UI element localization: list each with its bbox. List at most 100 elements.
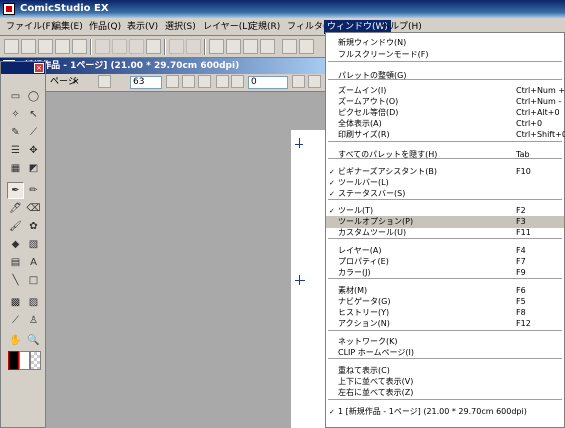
rotate-icon[interactable] xyxy=(166,75,179,88)
undo-icon[interactable] xyxy=(169,39,184,54)
delete-icon[interactable] xyxy=(146,39,161,54)
menu-item-print-size[interactable]: 印刷サイズ(R) Ctrl+Shift+0 xyxy=(326,129,565,141)
menu-item-label: 印刷サイズ(R) xyxy=(338,130,390,139)
zoom-input[interactable]: 63 xyxy=(130,76,162,89)
foreground-color-swatch[interactable] xyxy=(8,351,19,370)
tone-eraser-icon[interactable]: ▨ xyxy=(25,294,42,311)
app-title: ComicStudio EX xyxy=(20,3,109,14)
pencil-icon[interactable]: ✏ xyxy=(25,182,42,199)
background-color-swatch[interactable] xyxy=(19,351,30,370)
ruler-icon[interactable]: ▦ xyxy=(7,160,24,177)
menu-item-label: 新規ウィンドウ(N) xyxy=(338,38,407,47)
menu-item-hide-all-palettes[interactable]: すべてのパレットを隠す(H) Tab xyxy=(326,149,564,161)
object-select-icon[interactable]: ↖ xyxy=(25,106,42,123)
new-page-icon[interactable] xyxy=(21,39,36,54)
shape-icon[interactable]: □ xyxy=(25,272,42,289)
menu-item-label: 1 [新規作品 - 1ページ] (21.00 * 29.70cm 600dpi) xyxy=(338,407,527,416)
text-icon[interactable]: A xyxy=(25,254,42,271)
angle-input[interactable]: 0 xyxy=(248,76,288,89)
fit-icon[interactable] xyxy=(182,75,195,88)
gradient-icon[interactable]: ▤ xyxy=(7,254,24,271)
save-as-icon[interactable] xyxy=(72,39,87,54)
transform-icon[interactable]: ◩ xyxy=(25,160,42,177)
menu-select[interactable]: 選択(S) xyxy=(162,20,199,34)
menu-item-custom-tool[interactable]: カスタムツール(U) F11 xyxy=(326,227,564,239)
stamp-icon[interactable]: ♙ xyxy=(25,312,42,329)
menu-ruler[interactable]: 定規(R) xyxy=(246,20,283,34)
marker-icon[interactable]: 🖊 xyxy=(7,200,24,217)
manuscript-page[interactable] xyxy=(291,130,325,428)
transparent-color-swatch[interactable] xyxy=(30,351,41,370)
canvas-area[interactable] xyxy=(46,92,325,428)
menu-work[interactable]: 作品(Q) xyxy=(86,20,124,34)
menu-item-label: パレットの整頓(G) xyxy=(338,71,407,80)
airbrush-icon[interactable]: ✿ xyxy=(25,218,42,235)
close-icon[interactable]: × xyxy=(34,63,44,73)
hand-icon[interactable]: ✋ xyxy=(7,332,24,349)
menu-item-fullscreen-mode[interactable]: フルスクリーンモード(F) xyxy=(326,49,564,61)
menu-item-arrange-palettes[interactable]: パレットの整頓(G) xyxy=(326,70,564,82)
tone-icon[interactable]: ▩ xyxy=(7,294,24,311)
flip-vertical-icon[interactable] xyxy=(308,75,321,88)
rotate-right-icon[interactable] xyxy=(231,75,244,88)
property-palette-icon[interactable] xyxy=(243,39,258,54)
menu-item-document-1[interactable]: ✓ 1 [新規作品 - 1ページ] (21.00 * 29.70cm 600dpi… xyxy=(326,406,564,418)
menu-item-action[interactable]: アクション(N) F12 xyxy=(326,318,564,330)
layer-palette-icon[interactable] xyxy=(226,39,241,54)
tool-palette: ▭ ◯ ✧ ↖ ✎ ⟋ ☰ ✥ ▦ ◩ ✒ ✏ 🖊 ⌫ 🖌 ✿ ◆ ▧ ▤ A … xyxy=(0,61,46,428)
move-icon[interactable]: ✥ xyxy=(25,142,42,159)
save-icon[interactable] xyxy=(55,39,70,54)
menu-item-label: ステータスバー(S) xyxy=(338,189,406,198)
eraser-icon[interactable]: ⌫ xyxy=(25,200,42,217)
fill-icon[interactable]: ◆ xyxy=(7,236,24,253)
page-icon[interactable] xyxy=(98,75,111,88)
menu-divider xyxy=(328,330,562,331)
menu-item-statusbar[interactable]: ✓ ステータスバー(S) xyxy=(326,188,564,200)
open-icon[interactable] xyxy=(38,39,53,54)
select-eraser-icon[interactable]: ⟋ xyxy=(25,124,42,141)
magic-wand-icon[interactable]: ✧ xyxy=(7,106,24,123)
zoom-icon[interactable]: 🔍 xyxy=(25,332,42,349)
close-tab-icon[interactable]: × xyxy=(72,76,80,89)
menu-item-clip-homepage[interactable]: CLIP ホームページ(I) xyxy=(326,347,564,359)
redo-icon[interactable] xyxy=(186,39,201,54)
document-titlebar: [新規作品 - 1ページ] (21.00 * 29.70cm 600dpi) xyxy=(0,58,325,74)
paste-icon[interactable] xyxy=(129,39,144,54)
select-pen-icon[interactable]: ✎ xyxy=(7,124,24,141)
rotate-left-icon[interactable] xyxy=(216,75,229,88)
copy-icon[interactable] xyxy=(112,39,127,54)
menu-item-new-window[interactable]: 新規ウィンドウ(N) xyxy=(326,37,564,49)
center-mark xyxy=(295,280,305,281)
menu-item-label: カラー(J) xyxy=(338,268,371,277)
menu-item-shortcut: F9 xyxy=(516,268,526,277)
pattern-brush-icon[interactable]: ▧ xyxy=(25,236,42,253)
menu-view[interactable]: 表示(V) xyxy=(124,20,161,34)
checkbox-icon[interactable] xyxy=(299,39,314,54)
toolbar-divider xyxy=(90,39,92,55)
print-icon[interactable] xyxy=(209,39,224,54)
monitor-icon[interactable] xyxy=(282,39,297,54)
navigator-palette-icon[interactable] xyxy=(260,39,275,54)
rect-select-icon[interactable]: ▭ xyxy=(7,88,24,105)
window-dropdown-menu: 新規ウィンドウ(N) フルスクリーンモード(F) パレットの整頓(G) ズームイン(I… xyxy=(325,32,565,428)
check-icon: ✓ xyxy=(329,408,335,416)
pen-icon[interactable]: ✒ xyxy=(7,182,24,199)
sharpen-icon[interactable]: ⟋ xyxy=(7,312,24,329)
lasso-select-icon[interactable]: ◯ xyxy=(25,88,42,105)
layer-select-icon[interactable]: ☰ xyxy=(7,142,24,159)
line-icon[interactable]: ╲ xyxy=(7,272,24,289)
flip-horizontal-icon[interactable] xyxy=(292,75,305,88)
app-icon[interactable] xyxy=(3,3,15,15)
toolbar-divider xyxy=(164,39,166,55)
new-icon[interactable] xyxy=(4,39,19,54)
menu-item-tile-horizontal[interactable]: 左右に並べて表示(Z) xyxy=(326,387,564,399)
menu-item-shortcut: Ctrl+Shift+0 xyxy=(516,130,565,139)
flip-icon[interactable] xyxy=(198,75,211,88)
menu-item-color[interactable]: カラー(J) F9 xyxy=(326,267,564,279)
menu-edit[interactable]: 編集(E) xyxy=(49,20,86,34)
brush-icon[interactable]: 🖌 xyxy=(7,218,24,235)
document-title: [新規作品 - 1ページ] (21.00 * 29.70cm 600dpi) xyxy=(20,61,240,71)
menu-item-label: カスタムツール(U) xyxy=(338,228,407,237)
crop-mark xyxy=(299,138,300,148)
cut-icon[interactable] xyxy=(95,39,110,54)
